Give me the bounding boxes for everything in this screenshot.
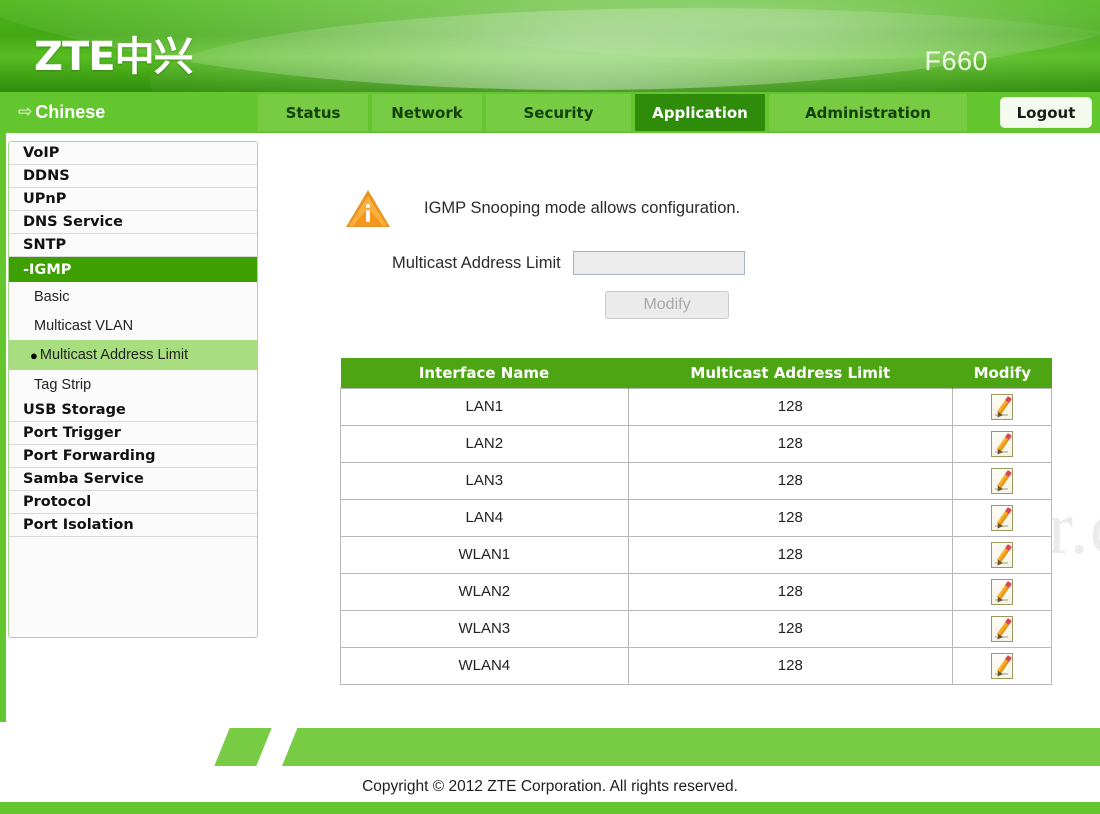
main-content: SetupRouter.com IGMP Snooping mode allow… [268, 133, 1100, 722]
tab-administration[interactable]: Administration [769, 92, 967, 133]
sidebar-item-ddns[interactable]: DDNS [9, 165, 257, 188]
pencil-edit-icon[interactable] [991, 541, 1014, 568]
table-row: WLAN1 128 [340, 535, 1052, 574]
sidebar-item-upnp[interactable]: UPnP [9, 188, 257, 211]
column-header-multicast-address-limit: Multicast Address Limit [628, 358, 954, 388]
sidebar-item-protocol[interactable]: Protocol [9, 491, 257, 514]
sidebar-item-samba-service[interactable]: Samba Service [9, 468, 257, 491]
sidebar-item-voip[interactable]: VoIP [9, 142, 257, 165]
header-banner: ZTE中兴 F660 [0, 0, 1100, 92]
column-header-interface-name: Interface Name [340, 358, 629, 388]
sidebar-item-igmp[interactable]: -IGMP [9, 257, 257, 282]
sidebar-item-multicast-vlan[interactable]: Multicast VLAN [9, 311, 257, 340]
cell-multicast-address-limit: 128 [627, 461, 954, 500]
body-frame: VoIP DDNS UPnP DNS Service SNTP -IGMP Ba… [0, 133, 1100, 722]
cell-interface-name: LAN2 [340, 424, 629, 463]
pencil-edit-icon[interactable] [991, 504, 1014, 531]
footer-accent-slab-large [282, 728, 1100, 766]
sidebar-item-basic[interactable]: Basic [9, 282, 257, 311]
pencil-edit-icon[interactable] [991, 578, 1014, 605]
cell-modify [952, 535, 1052, 574]
logout-button[interactable]: Logout [1000, 97, 1092, 128]
cell-interface-name: LAN4 [340, 498, 629, 537]
tab-status[interactable]: Status [258, 92, 368, 133]
sidebar-item-port-forwarding[interactable]: Port Forwarding [9, 445, 257, 468]
sidebar-item-sntp[interactable]: SNTP [9, 234, 257, 257]
notice-banner: IGMP Snooping mode allows configuration. [346, 188, 740, 228]
cell-multicast-address-limit: 128 [627, 535, 954, 574]
multicast-limit-label: Multicast Address Limit [392, 253, 561, 272]
table-row: LAN4 128 [340, 498, 1052, 537]
sidebar-item-multicast-address-limit[interactable]: ● Multicast Address Limit [9, 340, 257, 370]
cell-interface-name: WLAN1 [340, 535, 629, 574]
cell-modify [952, 424, 1052, 463]
sidebar-menu: VoIP DDNS UPnP DNS Service SNTP -IGMP Ba… [8, 141, 258, 638]
multicast-limit-table: Interface Name Multicast Address Limit M… [340, 358, 1052, 685]
cell-multicast-address-limit: 128 [627, 646, 954, 685]
router-model-label: F660 [924, 46, 988, 76]
sidebar-item-dns-service[interactable]: DNS Service [9, 211, 257, 234]
table-row: WLAN3 128 [340, 609, 1052, 648]
sidebar-item-label: Multicast Address Limit [39, 347, 189, 363]
sidebar-item-usb-storage[interactable]: USB Storage [9, 399, 257, 422]
table-row: WLAN4 128 [340, 646, 1052, 685]
cell-multicast-address-limit: 128 [627, 572, 954, 611]
table-body: LAN1 128 LAN2 128 LAN3 128 LAN4 128 WLAN1 128 WLAN… [340, 387, 1052, 685]
cell-interface-name: WLAN3 [340, 609, 629, 648]
table-header-row: Interface Name Multicast Address Limit M… [340, 358, 1052, 388]
cell-multicast-address-limit: 128 [627, 424, 954, 463]
column-header-modify: Modify [952, 358, 1052, 388]
main-tabs: Status Network Security Application Admi… [258, 92, 971, 133]
language-switch-label: Chinese [35, 102, 106, 122]
sidebar-item-port-trigger[interactable]: Port Trigger [9, 422, 257, 445]
table-row: LAN2 128 [340, 424, 1052, 463]
footer-banner [0, 722, 1100, 770]
modify-button[interactable]: Modify [605, 291, 729, 319]
cell-multicast-address-limit: 128 [627, 498, 954, 537]
warning-info-icon [346, 188, 390, 228]
header-swoosh-accent [420, 0, 1100, 60]
footer-accent-slab-small [214, 728, 272, 766]
notice-text: IGMP Snooping mode allows configuration. [424, 198, 741, 217]
pencil-edit-icon[interactable] [991, 430, 1014, 457]
bullet-icon: ● [30, 347, 38, 363]
language-switch-chinese[interactable]: ⇨ Chinese [2, 94, 254, 131]
cell-interface-name: LAN1 [340, 387, 629, 426]
tab-network[interactable]: Network [372, 92, 482, 133]
sidebar-item-port-isolation[interactable]: Port Isolation [9, 514, 257, 537]
multicast-limit-field-row: Multicast Address Limit [392, 251, 745, 275]
table-row: LAN1 128 [340, 387, 1052, 426]
tab-application[interactable]: Application [635, 92, 765, 133]
cell-multicast-address-limit: 128 [627, 387, 954, 426]
zte-logo: ZTE中兴 [34, 34, 194, 80]
cell-modify [952, 387, 1052, 426]
cell-multicast-address-limit: 128 [627, 609, 954, 648]
cell-interface-name: WLAN4 [340, 646, 629, 685]
cell-modify [952, 646, 1052, 685]
cell-modify [952, 572, 1052, 611]
footer-bottom-bar [0, 802, 1100, 814]
multicast-limit-input[interactable] [572, 251, 745, 275]
tab-security[interactable]: Security [486, 92, 631, 133]
pencil-edit-icon[interactable] [991, 652, 1014, 679]
table-row: WLAN2 128 [340, 572, 1052, 611]
pencil-edit-icon[interactable] [991, 615, 1014, 642]
sidebar-item-tag-strip[interactable]: Tag Strip [9, 370, 257, 399]
pencil-edit-icon[interactable] [991, 393, 1014, 420]
pencil-edit-icon[interactable] [991, 467, 1014, 494]
navigation-bar: ⇨ Chinese Status Network Security Applic… [0, 92, 1100, 133]
copyright-text: Copyright © 2012 ZTE Corporation. All ri… [362, 778, 738, 795]
arrow-right-icon: ⇨ [18, 102, 33, 122]
cell-modify [952, 461, 1052, 500]
table-row: LAN3 128 [340, 461, 1052, 500]
cell-modify [952, 498, 1052, 537]
cell-interface-name: WLAN2 [340, 572, 629, 611]
cell-modify [952, 609, 1052, 648]
cell-interface-name: LAN3 [340, 461, 629, 500]
